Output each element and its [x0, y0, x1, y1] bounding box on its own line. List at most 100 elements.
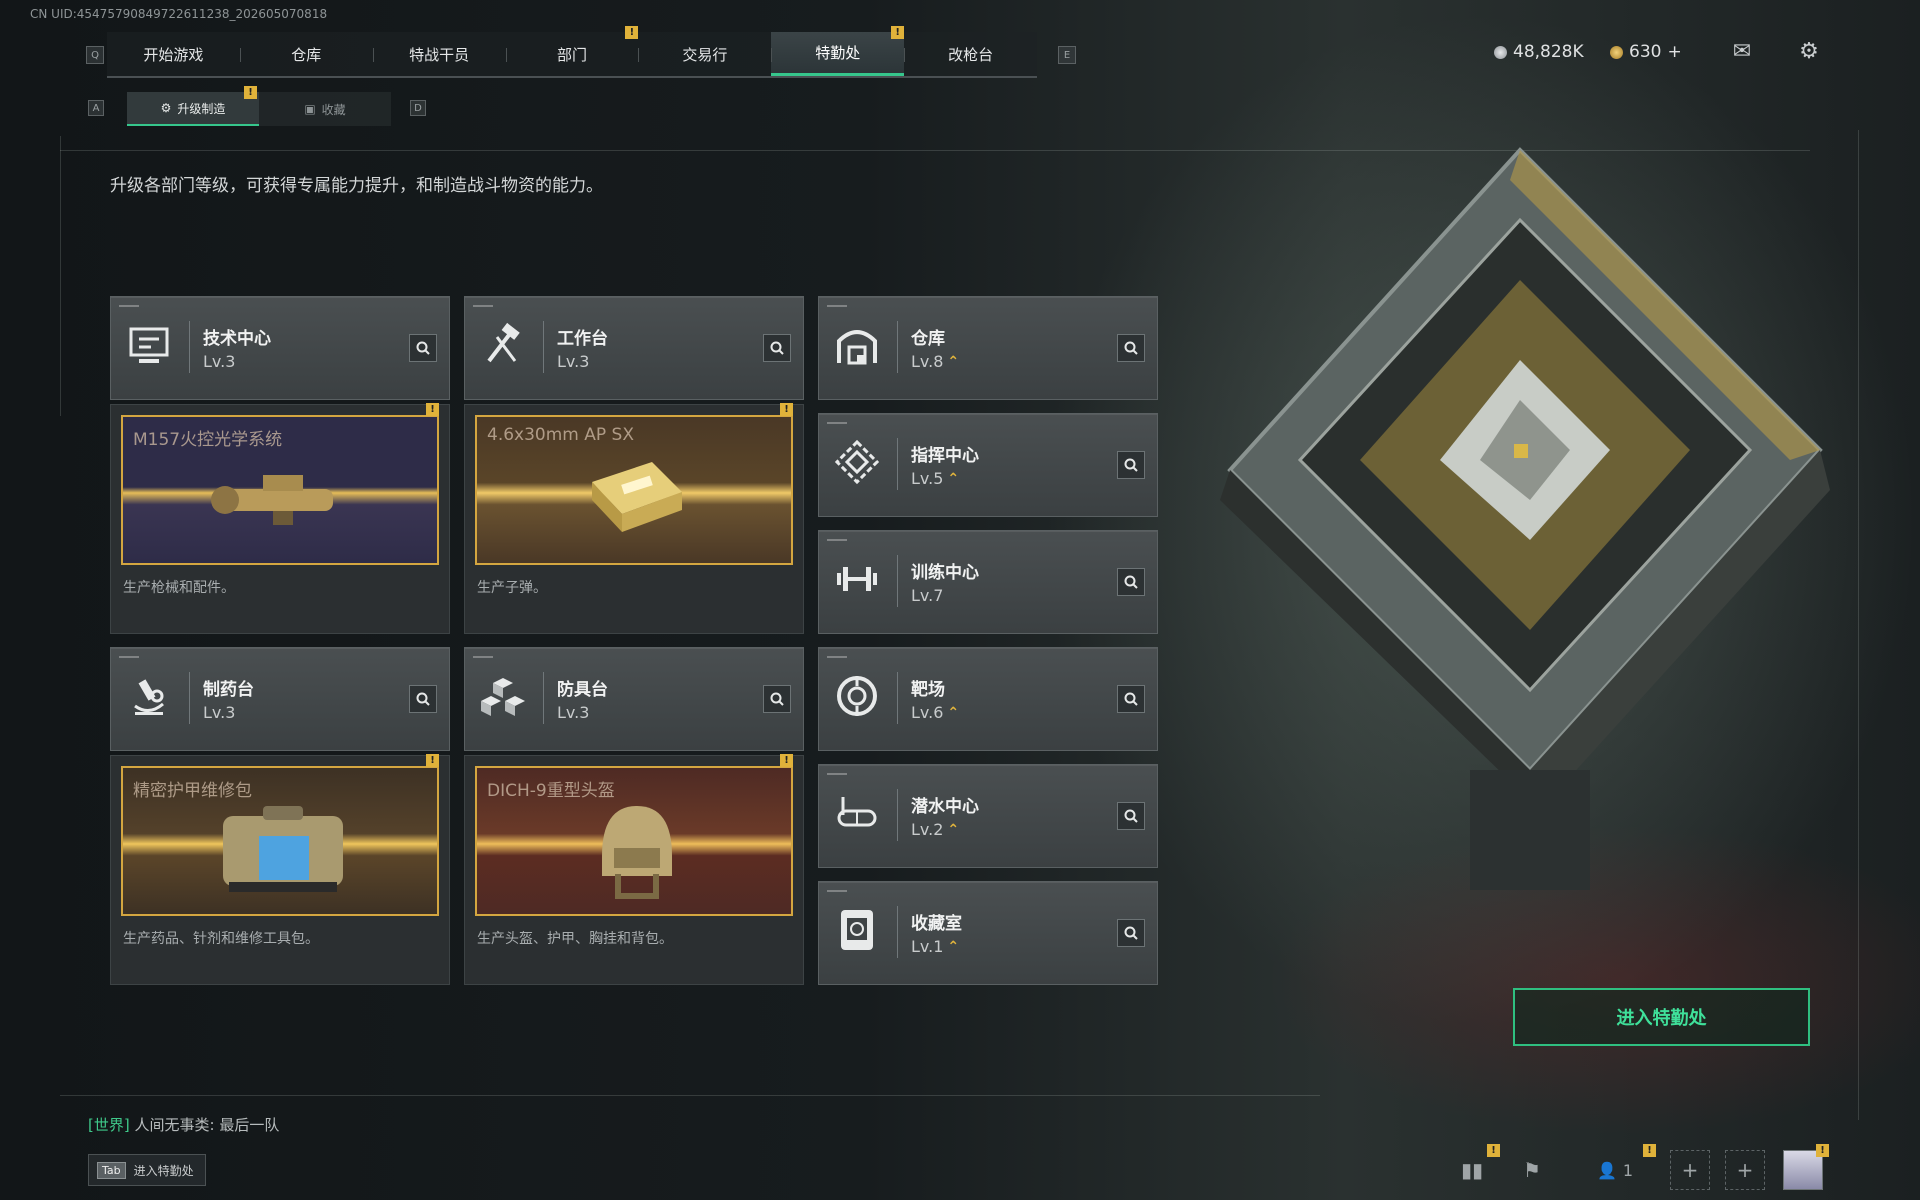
- facility-level: Lv.7: [911, 586, 943, 605]
- sub-nav: ⚙ 升级制造 ! ▣ 收藏: [127, 86, 391, 126]
- ammo-box-illustration: [592, 462, 682, 532]
- gold-currency[interactable]: 630 +: [1610, 42, 1682, 62]
- facility-card-command-center[interactable]: 指挥中心 Lv.5 ⌃: [818, 413, 1158, 517]
- add-teammate-button[interactable]: +: [1670, 1150, 1710, 1190]
- chat-channel: [世界]: [88, 1116, 130, 1134]
- card-divider: [897, 555, 898, 607]
- card-decoration: [827, 305, 847, 307]
- stats-icon[interactable]: ▮▮: [1452, 1150, 1492, 1190]
- production-panel-medical[interactable]: 精密护甲维修包 ! 生产药品、针剂和维修工具包。: [110, 754, 450, 985]
- production-description: 生产枪械和配件。: [123, 580, 235, 596]
- notification-badge: !: [1643, 1144, 1656, 1157]
- production-description: 生产头盔、护甲、胸挂和背包。: [477, 931, 673, 947]
- facility-card-collection-room[interactable]: 收藏室 Lv.1 ⌃: [818, 881, 1158, 985]
- facility-card-shooting-range[interactable]: 靶场 Lv.6 ⌃: [818, 647, 1158, 751]
- tab-special-ops[interactable]: 特勤处!: [771, 26, 905, 76]
- card-divider: [189, 672, 190, 724]
- card-divider: [189, 321, 190, 373]
- notification-badge: !: [426, 754, 439, 767]
- hud-frame-line: [1858, 130, 1859, 1120]
- search-icon[interactable]: [1117, 919, 1145, 947]
- tab-label: 部门: [557, 45, 588, 64]
- card-divider: [897, 321, 898, 373]
- training-center-icon: [837, 567, 877, 591]
- level-text: Lv.6: [911, 703, 944, 722]
- search-icon[interactable]: [763, 685, 791, 713]
- facility-name: 收藏室: [911, 914, 962, 934]
- upgrade-available-icon: ⌃: [947, 821, 960, 838]
- add-gold-button[interactable]: +: [1667, 42, 1681, 62]
- tab-start-game[interactable]: 开始游戏: [107, 32, 240, 76]
- facility-name: 潜水中心: [911, 797, 979, 817]
- card-decoration: [827, 890, 847, 892]
- world-chat-line[interactable]: [世界] 人间无事类: 最后一队: [88, 1114, 279, 1135]
- tab-upgrade-craft[interactable]: ⚙ 升级制造 !: [127, 86, 259, 126]
- card-divider: [897, 906, 898, 958]
- production-panel-ammo[interactable]: 4.6x30mm AP SX ! 生产子弹。: [464, 403, 804, 634]
- subnav-next-key-hint: D: [410, 100, 426, 116]
- mail-icon[interactable]: ✉: [1728, 40, 1756, 64]
- player-uid: CN UID:4547579084972261123​8_20260507081…: [30, 7, 328, 21]
- silver-coin-icon: [1494, 45, 1507, 59]
- search-icon[interactable]: [409, 685, 437, 713]
- search-icon[interactable]: [1117, 685, 1145, 713]
- add-teammate-button[interactable]: +: [1725, 1150, 1765, 1190]
- gear-icon[interactable]: ⚙: [1795, 40, 1823, 64]
- search-icon[interactable]: [763, 334, 791, 362]
- level-text: Lv.3: [203, 703, 236, 722]
- armor-bench-icon: [481, 678, 525, 716]
- machine-cube-illustration: [1220, 147, 1830, 890]
- facility-level: Lv.3: [203, 703, 235, 722]
- notification-badge: !: [780, 754, 793, 767]
- tab-exchange[interactable]: 交易行: [638, 32, 771, 76]
- search-icon[interactable]: [1117, 802, 1145, 830]
- gold-coin-icon: [1610, 45, 1623, 59]
- squad-button[interactable]: 👤 1: [1585, 1150, 1645, 1190]
- card-divider: [543, 672, 544, 724]
- level-text: Lv.3: [557, 703, 590, 722]
- pharmacy-icon: [134, 679, 164, 715]
- tab-warehouse[interactable]: 仓库: [239, 32, 373, 76]
- upgrade-available-icon: ⌃: [947, 938, 960, 955]
- facility-name: 工作台: [557, 329, 608, 349]
- search-icon[interactable]: [1117, 568, 1145, 596]
- tech-center-icon: [129, 327, 169, 363]
- facility-card-warehouse[interactable]: 仓库 Lv.8 ⌃: [818, 296, 1158, 400]
- production-image: 精密护甲维修包: [121, 766, 439, 916]
- notification-badge: !: [891, 26, 905, 39]
- facility-card-diving-center[interactable]: 潜水中心 Lv.2 ⌃: [818, 764, 1158, 868]
- facility-card-armor-bench[interactable]: 防具台 Lv.3: [464, 647, 804, 751]
- collection-icon: ▣: [304, 102, 316, 116]
- tab-gunsmith[interactable]: 改枪台: [904, 32, 1037, 76]
- tab-operators[interactable]: 特战干员: [372, 32, 506, 76]
- tab-label: 特勤处: [815, 44, 861, 62]
- facility-card-training-center[interactable]: 训练中心 Lv.7: [818, 530, 1158, 634]
- search-icon[interactable]: [409, 334, 437, 362]
- tab-collection[interactable]: ▣ 收藏: [259, 92, 391, 126]
- notification-badge: !: [625, 26, 639, 39]
- production-panel-weapons[interactable]: M157火控光学系统 ! 生产枪械和配件。: [110, 403, 450, 634]
- notification-badge: !: [1487, 1144, 1500, 1157]
- shooting-range-icon: [837, 676, 877, 716]
- tab-key-hint[interactable]: Tab 进入特勤处: [88, 1154, 206, 1186]
- facility-name: 技术中心: [203, 329, 271, 349]
- tab-label: 改枪台: [948, 45, 994, 64]
- facility-name: 训练中心: [911, 563, 979, 583]
- search-icon[interactable]: [1117, 451, 1145, 479]
- facility-card-workbench[interactable]: 工作台 Lv.3: [464, 296, 804, 400]
- production-panel-gear[interactable]: DICH-9重型头盔 ! 生产头盔、护甲、胸挂和背包。: [464, 754, 804, 985]
- enter-special-ops-button[interactable]: 进入特勤处: [1513, 988, 1810, 1046]
- warehouse-icon: [837, 330, 877, 365]
- facility-card-tech-center[interactable]: 技术中心 Lv.3: [110, 296, 450, 400]
- facility-level: Lv.5 ⌃: [911, 469, 959, 488]
- facility-name: 防具台: [557, 680, 608, 700]
- command-center-icon: [834, 439, 880, 485]
- flag-icon[interactable]: ⚑: [1512, 1150, 1552, 1190]
- notification-badge: !: [244, 86, 257, 99]
- production-item-name: M157火控光学系统: [133, 430, 283, 450]
- chat-message: 人间无事类: 最后一队: [134, 1116, 280, 1134]
- search-icon[interactable]: [1117, 334, 1145, 362]
- tab-department[interactable]: 部门!: [505, 26, 639, 76]
- facility-card-pharmacy[interactable]: 制药台 Lv.3: [110, 647, 450, 751]
- production-description: 生产子弹。: [477, 580, 547, 596]
